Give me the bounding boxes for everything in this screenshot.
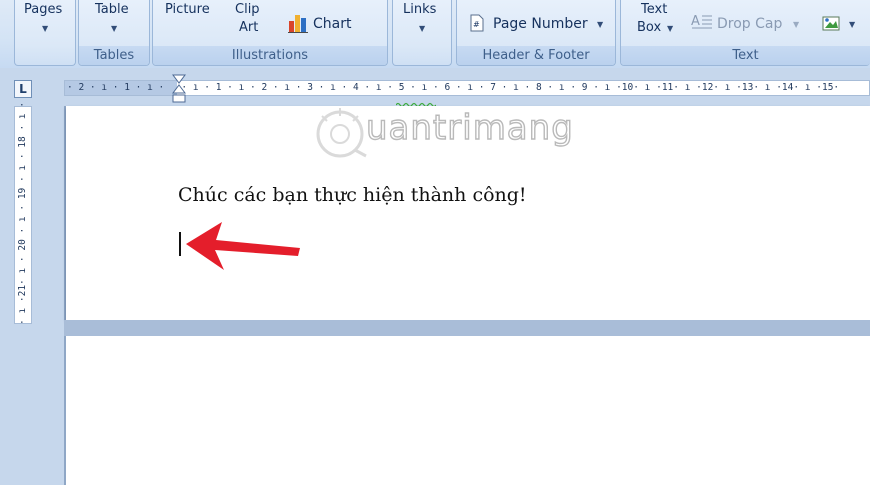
ribbon: Pages ▼ Table ▼ Tables Picture Clip Art … — [0, 0, 870, 68]
table-button[interactable]: Table — [95, 2, 129, 17]
drop-cap-icon[interactable]: A — [691, 12, 713, 30]
header-footer-group: # Page Number ▼ Header & Footer — [456, 0, 616, 66]
chevron-down-icon[interactable]: ▼ — [793, 20, 799, 29]
links-button[interactable]: Links — [403, 2, 436, 17]
clipart-button-line2[interactable]: Art — [239, 20, 258, 35]
chevron-down-icon[interactable]: ▼ — [419, 24, 425, 33]
chart-button[interactable]: Chart — [313, 16, 351, 32]
clipart-button-line1[interactable]: Clip — [235, 2, 260, 17]
vertical-ruler-bar — [0, 106, 64, 485]
picture-button[interactable]: Picture — [165, 2, 210, 17]
page-separator — [64, 320, 870, 336]
svg-text:A: A — [691, 14, 700, 29]
links-group: Links ▼ — [392, 0, 452, 66]
vertical-ruler[interactable]: · ı ·21· ı · 20 · ı · 19 · ı · 18 · ı · — [14, 101, 32, 325]
chevron-down-icon[interactable]: ▼ — [42, 24, 48, 33]
watermark-text: uantrimang — [365, 107, 574, 148]
page-number-button[interactable]: Page Number — [493, 16, 588, 32]
document-text-line[interactable]: Chúc các bạn thực hiện thành công! — [178, 184, 527, 206]
illustrations-caption: Illustrations — [153, 46, 387, 65]
document-page-2[interactable] — [66, 336, 870, 485]
header-footer-caption: Header & Footer — [457, 46, 615, 65]
illustrations-group: Picture Clip Art Chart Illustrations — [152, 0, 388, 66]
chart-icon[interactable] — [287, 12, 309, 34]
chevron-down-icon[interactable]: ▼ — [849, 20, 855, 29]
tables-group: Table ▼ Tables — [78, 0, 150, 66]
svg-text:#: # — [473, 20, 480, 29]
drop-cap-button[interactable]: Drop Cap — [717, 16, 782, 32]
insert-object-icon[interactable] — [821, 14, 843, 32]
tables-caption: Tables — [79, 46, 149, 65]
text-cursor — [179, 232, 181, 256]
chevron-down-icon[interactable]: ▼ — [597, 20, 603, 29]
page-number-icon[interactable]: # — [469, 14, 485, 32]
text-caption: Text — [621, 46, 870, 65]
indent-marker-icon[interactable] — [172, 74, 186, 104]
pages-button[interactable]: Pages — [24, 2, 62, 17]
textbox-button-line1[interactable]: Text — [641, 2, 667, 17]
text-group: Text Box ▼ A Drop Cap ▼ ▼ Text — [620, 0, 870, 66]
tab-selector-button[interactable]: L — [14, 80, 32, 98]
red-arrow-annotation-icon — [186, 222, 300, 270]
chevron-down-icon[interactable]: ▼ — [667, 24, 673, 33]
chevron-down-icon[interactable]: ▼ — [111, 24, 117, 33]
vertical-ruler-scale: · ı ·21· ı · 20 · ı · 19 · ı · 18 · ı · — [17, 101, 28, 325]
pages-group: Pages ▼ — [14, 0, 76, 66]
document-page[interactable]: uantrimang Chúc các bạn thực hiện thành … — [66, 106, 870, 320]
textbox-button-line2[interactable]: Box — [637, 20, 661, 35]
